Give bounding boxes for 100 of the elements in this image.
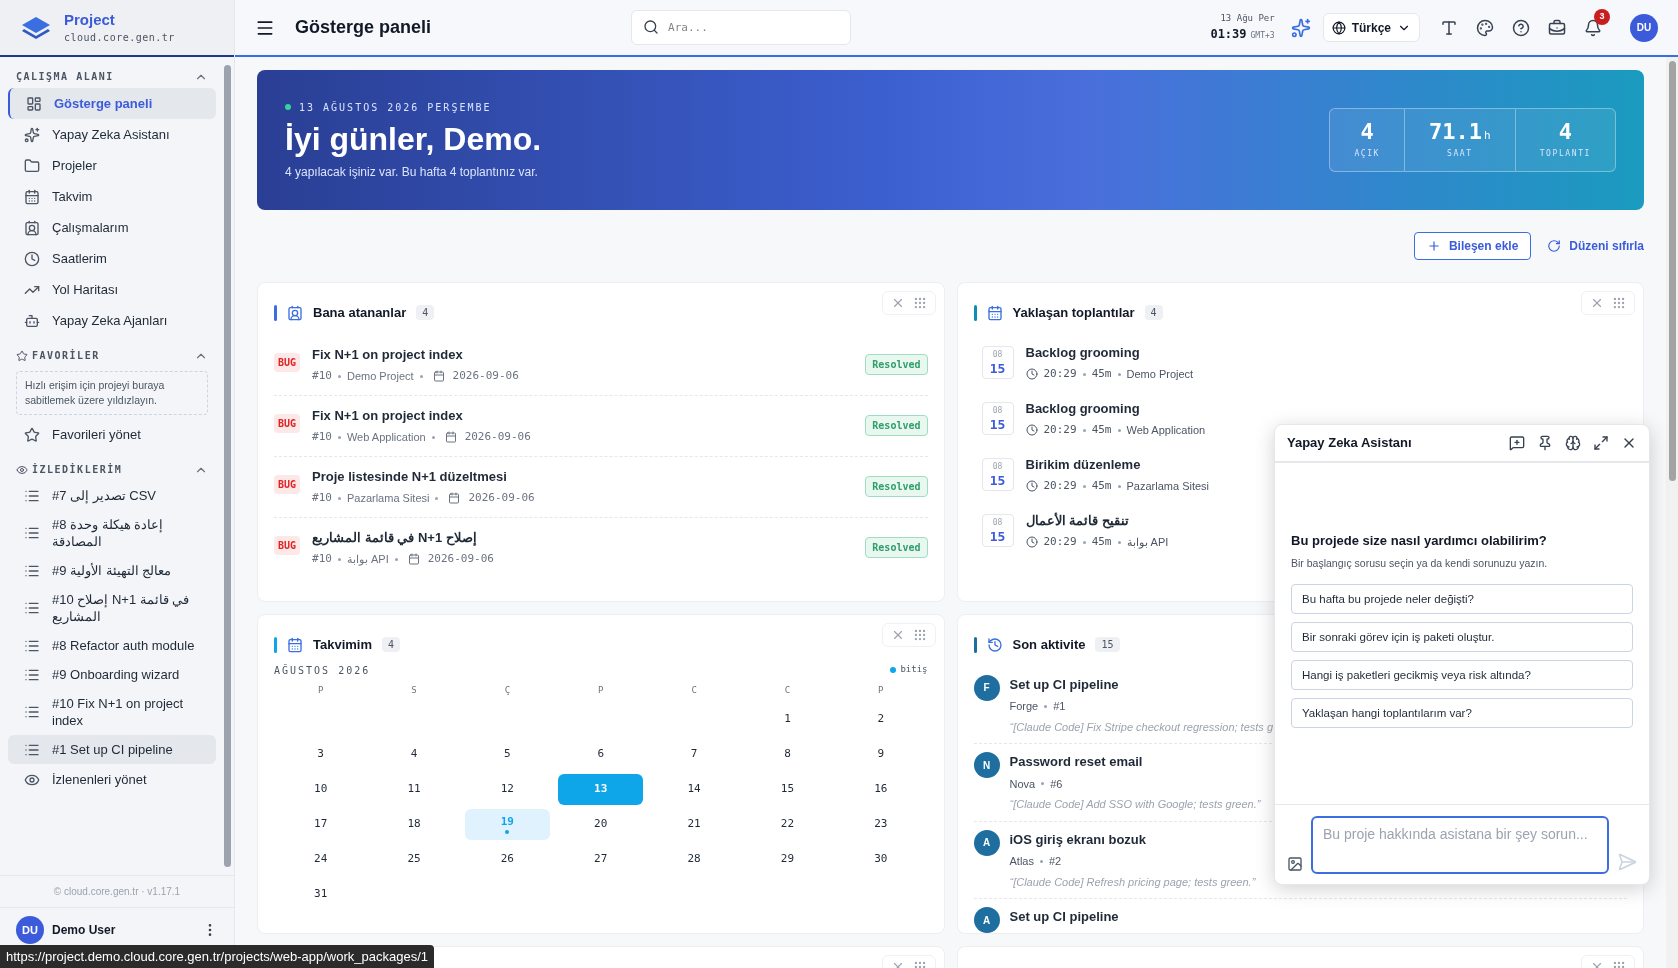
task-title[interactable]: إصلاح N+1 في قائمة المشاريع: [312, 527, 866, 547]
bell-icon[interactable]: [1584, 18, 1602, 37]
stat-label: SAAT: [1447, 148, 1473, 161]
calendar-day[interactable]: 4: [371, 738, 457, 770]
suggestion-button[interactable]: Hangi iş paketleri gecikmiş veya risk altında?: [1291, 660, 1633, 691]
item-icon: [24, 219, 40, 236]
suggestion-button[interactable]: Bir sonraki görev için iş paketi oluştur.: [1291, 622, 1633, 653]
activity-title[interactable]: iOS giriş ekranı bozuk: [1009, 829, 1256, 849]
sidebar-item[interactable]: #9 معالج التهيئة الأولية: [8, 556, 216, 585]
calendar-day[interactable]: 6: [558, 738, 644, 770]
image-icon[interactable]: [1287, 856, 1303, 872]
calendar-day[interactable]: 17: [278, 808, 364, 840]
stat-label: AÇIK: [1354, 148, 1381, 160]
scrollbar[interactable]: [224, 65, 231, 867]
calendar-day[interactable]: 21: [651, 808, 737, 840]
brain-icon[interactable]: [1565, 435, 1581, 451]
calendar-day[interactable]: 8: [744, 738, 831, 770]
sidebar-item[interactable]: #8 إعادة هيكلة وحدة المصادقة: [8, 510, 216, 556]
meeting-title[interactable]: Birikim düzenleme: [1025, 454, 1210, 474]
sidebar-item[interactable]: Çalışmalarım: [8, 212, 216, 243]
add-widget-button[interactable]: Bileşen ekle: [1413, 232, 1532, 260]
meeting-title[interactable]: Backlog grooming: [1025, 342, 1194, 362]
palette-icon[interactable]: [1476, 18, 1494, 37]
sidebar-item[interactable]: Projeler: [8, 150, 216, 181]
reset-layout-link[interactable]: Düzeni sıfırla: [1547, 237, 1644, 255]
meeting-title[interactable]: Backlog grooming: [1025, 398, 1206, 418]
calendar-day[interactable]: 31: [278, 878, 364, 910]
calendar-day[interactable]: 11: [371, 773, 457, 805]
calendar-day[interactable]: 23: [838, 808, 924, 840]
page-scrollbar[interactable]: [1666, 57, 1678, 968]
briefcase-icon[interactable]: [1548, 18, 1566, 37]
task-title[interactable]: Fix N+1 on project index: [312, 405, 866, 425]
sidebar-item[interactable]: #7 تصدير إلى CSV: [8, 481, 216, 510]
expand-icon[interactable]: [1593, 435, 1609, 451]
calendar-day[interactable]: 5: [464, 738, 551, 770]
text-size-icon[interactable]: [1440, 18, 1458, 37]
sidebar-item[interactable]: Gösterge paneli: [8, 88, 216, 119]
sidebar-item[interactable]: #10 إصلاح N+1 في قائمة المشاريع: [8, 585, 216, 631]
calendar-day[interactable]: 14: [651, 773, 737, 805]
drag-handle-icon[interactable]: [1612, 296, 1626, 310]
task-id: #10: [312, 368, 332, 384]
sidebar-item[interactable]: Takvim: [8, 181, 216, 212]
drag-handle-icon[interactable]: [912, 628, 927, 642]
calendar-day[interactable]: 26: [464, 843, 551, 875]
task-title[interactable]: Fix N+1 on project index: [312, 344, 866, 364]
sidebar-item[interactable]: Yapay Zeka Ajanları: [8, 305, 216, 336]
dot-separator: [419, 374, 423, 378]
sidebar-item[interactable]: #8 Refactor auth module: [8, 631, 216, 660]
pin-icon[interactable]: [1537, 435, 1553, 451]
calendar-day[interactable]: 16: [838, 773, 924, 805]
calendar-day[interactable]: 9: [838, 738, 924, 770]
sidebar-item[interactable]: Favorileri yönet: [8, 419, 216, 450]
calendar-day[interactable]: 22: [744, 808, 831, 840]
due-date: 2026-09-06: [464, 429, 531, 445]
dot-separator: [431, 435, 435, 439]
calendar-day[interactable]: 25: [371, 843, 457, 875]
dot-separator: [1044, 704, 1048, 708]
calendar-day[interactable]: 28: [651, 843, 737, 875]
project-name: بوابة API: [1126, 535, 1169, 551]
user-avatar[interactable]: DU: [16, 916, 44, 944]
dot-separator: [337, 496, 341, 500]
calendar-day[interactable]: 24: [278, 843, 364, 875]
calendar-day[interactable]: 12: [464, 773, 551, 805]
calendar-day[interactable]: 20: [558, 808, 644, 840]
calendar-day[interactable]: 18: [371, 808, 457, 840]
activity-title[interactable]: Password reset email: [1009, 752, 1261, 772]
month-text: 08: [992, 404, 1003, 417]
calendar-day[interactable]: 29: [744, 843, 831, 875]
help-icon[interactable]: [1512, 18, 1530, 37]
item-icon: [24, 250, 40, 267]
sidebar-item[interactable]: #10 Fix N+1 on project index: [8, 689, 216, 735]
meeting-time: 20:29: [1043, 422, 1077, 438]
sparkle-icon[interactable]: [1290, 17, 1311, 38]
calendar-day[interactable]: 30: [838, 843, 924, 875]
sidebar-item[interactable]: İzlenenleri yönet: [8, 764, 216, 795]
search-field[interactable]: Ara...: [631, 10, 852, 45]
suggestion-button[interactable]: Bu hafta bu projede neler değişti?: [1291, 584, 1633, 615]
task-title[interactable]: Proje listesinde N+1 düzeltmesi: [312, 466, 866, 486]
sidebar-item[interactable]: Yol Haritası: [8, 274, 216, 305]
meeting-title[interactable]: تنقيح قائمة الأعمال: [1025, 510, 1169, 530]
weekday-label: C: [690, 683, 698, 697]
sidebar-item[interactable]: Yapay Zeka Asistanı: [8, 119, 216, 150]
calendar-day[interactable]: 15: [744, 773, 831, 805]
suggestion-button[interactable]: Yaklaşan hangi toplantılarım var?: [1291, 698, 1633, 729]
sidebar-item[interactable]: #9 Onboarding wizard: [8, 660, 216, 689]
calendar-day[interactable]: 7: [651, 738, 737, 770]
new-chat-icon[interactable]: [1509, 435, 1525, 451]
sidebar-item[interactable]: #1 Set up CI pipeline: [8, 735, 216, 764]
activity-title[interactable]: Set up CI pipeline: [1009, 907, 1119, 927]
calendar-day[interactable]: 1: [744, 703, 831, 735]
language-select[interactable]: Türkçe: [1322, 13, 1420, 42]
calendar-day[interactable]: 2: [838, 703, 924, 735]
calendar-day[interactable]: 27: [558, 843, 644, 875]
calendar-day[interactable]: 3: [278, 738, 364, 770]
message-input[interactable]: Bu proje hakkında asistana bir şey sorun...: [1311, 815, 1609, 874]
activity-title[interactable]: Set up CI pipeline: [1009, 674, 1273, 694]
user-avatar[interactable]: DU: [1630, 13, 1658, 42]
calendar-day[interactable]: 10: [278, 773, 364, 805]
drag-handle-icon[interactable]: [912, 296, 927, 310]
sidebar-item[interactable]: Saatlerim: [8, 243, 216, 274]
